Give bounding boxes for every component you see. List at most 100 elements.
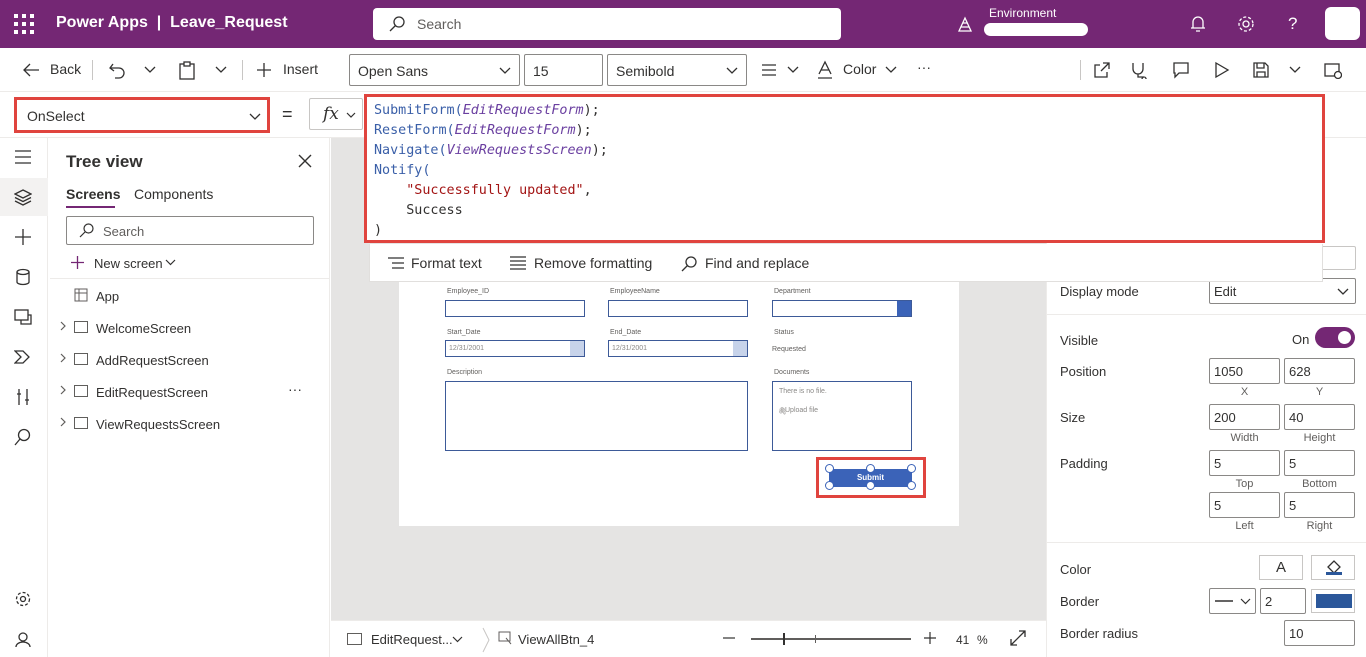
- environment-icon[interactable]: [956, 15, 974, 33]
- app-launcher-icon[interactable]: [14, 14, 34, 34]
- environment-selector[interactable]: [984, 23, 1088, 36]
- align-icon[interactable]: [761, 63, 777, 77]
- notifications-icon[interactable]: [1189, 14, 1207, 34]
- font-color-icon[interactable]: [816, 60, 834, 80]
- font-family-select[interactable]: Open Sans: [349, 54, 520, 86]
- upload-file-link[interactable]: Upload file: [785, 407, 818, 414]
- tree-node-editrequestscreen[interactable]: EditRequestScreen ···: [50, 377, 330, 407]
- attachments-control[interactable]: There is no file. 🖇 Upload file: [772, 381, 912, 451]
- publish-icon[interactable]: [1324, 61, 1342, 79]
- chevron-right-icon[interactable]: [60, 417, 67, 427]
- chevron-down-icon[interactable]: [215, 66, 227, 74]
- padding-left-input[interactable]: 5: [1209, 492, 1280, 518]
- chevron-down-icon[interactable]: [144, 66, 156, 74]
- visible-toggle[interactable]: [1315, 327, 1355, 348]
- tree-node-addrequestscreen[interactable]: AddRequestScreen: [50, 345, 330, 375]
- hamburger-menu-icon[interactable]: [14, 150, 32, 164]
- svg-text:?: ?: [1288, 14, 1297, 33]
- remove-formatting-button[interactable]: Remove formatting: [534, 255, 652, 271]
- virtual-agent-icon[interactable]: [14, 630, 32, 648]
- zoom-out-icon[interactable]: [723, 637, 735, 640]
- resize-handle[interactable]: [825, 481, 834, 490]
- avatar[interactable]: [1325, 7, 1360, 40]
- back-button[interactable]: Back: [50, 61, 81, 77]
- font-size-input[interactable]: 15: [524, 54, 603, 86]
- selected-control-label[interactable]: ViewAllBtn_4: [518, 632, 594, 647]
- tree-node-viewrequestsscreen[interactable]: ViewRequestsScreen: [50, 409, 330, 439]
- height-input[interactable]: 40: [1284, 404, 1355, 430]
- tree-view-layers-icon[interactable]: [14, 188, 32, 206]
- chevron-down-icon[interactable]: [1289, 66, 1301, 74]
- advanced-tools-icon[interactable]: [14, 388, 32, 406]
- chevron-right-icon[interactable]: [60, 385, 67, 395]
- padding-top-input[interactable]: 5: [1209, 450, 1280, 476]
- border-style-select[interactable]: [1209, 588, 1256, 614]
- chevron-down-icon[interactable]: [452, 636, 463, 643]
- resize-handle[interactable]: [907, 464, 916, 473]
- more-options-button[interactable]: ···: [288, 381, 302, 397]
- border-radius-input[interactable]: 10: [1284, 620, 1355, 646]
- chevron-right-icon[interactable]: [60, 321, 67, 331]
- resize-handle[interactable]: [866, 481, 875, 490]
- data-cylinder-icon[interactable]: [14, 268, 32, 286]
- tab-components[interactable]: Components: [134, 186, 213, 202]
- position-x-input[interactable]: 1050: [1209, 358, 1280, 384]
- settings-icon[interactable]: [1237, 14, 1255, 34]
- tree-node-welcomescreen[interactable]: WelcomeScreen: [50, 313, 330, 343]
- font-weight-select[interactable]: Semibold: [607, 54, 747, 86]
- tree-node-app[interactable]: App: [50, 281, 330, 311]
- department-dropdown[interactable]: [772, 300, 912, 317]
- zoom-slider[interactable]: [751, 633, 911, 645]
- close-icon[interactable]: [298, 154, 312, 168]
- padding-bottom-input[interactable]: 5: [1284, 450, 1355, 476]
- employee-name-field[interactable]: [608, 300, 748, 317]
- fit-to-screen-icon[interactable]: [1010, 630, 1026, 646]
- tab-screens[interactable]: Screens: [66, 186, 120, 202]
- calendar-icon[interactable]: [570, 341, 584, 356]
- search-icon[interactable]: [14, 428, 32, 446]
- end-date-picker[interactable]: 12/31/2001: [608, 340, 748, 357]
- zoom-slider-thumb[interactable]: [783, 633, 785, 645]
- chevron-down-icon[interactable]: [885, 66, 897, 74]
- resize-handle[interactable]: [866, 464, 875, 473]
- color-button[interactable]: Color: [843, 61, 876, 77]
- format-text-button[interactable]: Format text: [411, 255, 482, 271]
- global-search-input[interactable]: Search: [373, 8, 841, 40]
- chevron-down-icon[interactable]: [787, 66, 799, 74]
- text-color-picker[interactable]: A: [1259, 555, 1303, 580]
- comments-icon[interactable]: [1172, 61, 1190, 79]
- property-select[interactable]: OnSelect: [14, 97, 270, 133]
- chevron-right-icon[interactable]: [60, 353, 67, 363]
- fx-button[interactable]: fx: [309, 98, 363, 130]
- help-icon[interactable]: ?: [1285, 14, 1301, 34]
- insert-button[interactable]: Insert: [283, 61, 318, 77]
- media-icon[interactable]: [14, 308, 32, 326]
- undo-icon[interactable]: [108, 61, 126, 79]
- zoom-in-icon[interactable]: [924, 632, 936, 644]
- resize-handle[interactable]: [825, 464, 834, 473]
- preview-play-icon[interactable]: [1214, 61, 1230, 79]
- border-color-picker[interactable]: [1311, 589, 1355, 613]
- width-input[interactable]: 200: [1209, 404, 1280, 430]
- save-icon[interactable]: [1252, 61, 1270, 79]
- settings-icon[interactable]: [14, 590, 32, 608]
- border-width-input[interactable]: 2: [1260, 588, 1306, 614]
- fill-color-picker[interactable]: [1311, 555, 1355, 580]
- app-checker-icon[interactable]: [1130, 61, 1148, 79]
- position-y-input[interactable]: 628: [1284, 358, 1355, 384]
- formula-editor[interactable]: SubmitForm(EditRequestForm); ResetForm(Ed…: [364, 94, 1325, 243]
- current-screen-selector[interactable]: EditRequest...: [371, 632, 453, 647]
- description-field[interactable]: [445, 381, 748, 451]
- start-date-picker[interactable]: 12/31/2001: [445, 340, 585, 357]
- resize-handle[interactable]: [907, 481, 916, 490]
- calendar-icon[interactable]: [733, 341, 747, 356]
- employee-id-field[interactable]: [445, 300, 585, 317]
- padding-right-input[interactable]: 5: [1284, 492, 1355, 518]
- power-automate-icon[interactable]: [14, 348, 32, 366]
- tree-search-input[interactable]: Search: [66, 216, 314, 245]
- paste-icon[interactable]: [178, 61, 196, 80]
- find-replace-button[interactable]: Find and replace: [705, 255, 809, 271]
- more-button[interactable]: ···: [917, 59, 931, 75]
- share-icon[interactable]: [1093, 61, 1111, 79]
- insert-plus-icon[interactable]: [14, 228, 32, 246]
